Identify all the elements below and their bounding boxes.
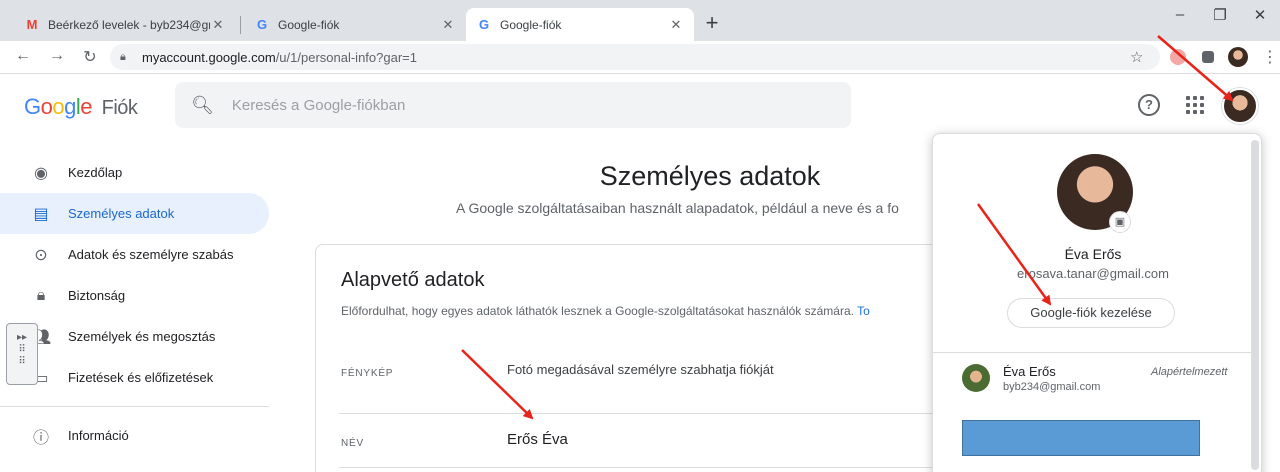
help-icon[interactable]: ? <box>1138 94 1160 116</box>
sidebar-item-home[interactable]: ◉ Kezdőlap <box>0 152 269 193</box>
account-popup: ▣ Éva Erős erosava.tanar@gmail.com Googl… <box>932 133 1262 472</box>
card-title: Alapvető adatok <box>341 269 485 291</box>
name-row[interactable]: NÉV Erős Éva <box>339 415 956 469</box>
sidebar: ◉ Kezdőlap ▤ Személyes adatok ⊙ Adatok é… <box>0 152 285 456</box>
search-placeholder: Keresés a Google-fiókban <box>231 96 406 114</box>
sidebar-item-label: Fizetések és előfizetések <box>68 370 214 385</box>
other-account-name[interactable]: Éva Erős <box>1003 364 1056 379</box>
learn-more-link[interactable]: To <box>857 304 870 318</box>
toggle-icon: ⊙ <box>34 246 48 264</box>
google-icon: G <box>256 17 268 32</box>
other-account-avatar[interactable] <box>962 364 990 392</box>
gmail-icon: M <box>26 17 38 32</box>
url-path: /u/1/personal-info?gar=1 <box>275 49 417 65</box>
tab-strip: M Beérkező levelek - byb234@gma ✕ G Goog… <box>0 0 1280 41</box>
tab-title: Beérkező levelek - byb234@gma <box>48 17 210 32</box>
basic-info-card: Alapvető adatok Előfordulhat, hogy egyes… <box>315 244 956 472</box>
close-icon[interactable]: ✕ <box>668 17 684 33</box>
close-icon[interactable]: ✕ <box>440 17 456 33</box>
puzzle-icon[interactable] <box>1202 51 1214 63</box>
sidebar-divider <box>0 406 269 407</box>
default-account-badge: Alapértelmezett <box>1151 366 1228 378</box>
reload-icon[interactable]: ↻ <box>79 47 101 67</box>
sidebar-item-label: Adatok és személyre szabás <box>68 247 234 262</box>
tab-separator <box>240 16 241 34</box>
browser-toolbar: ← → ↻ 🔒︎ myaccount.google.com/u/1/person… <box>0 41 1280 74</box>
sidebar-item-about[interactable]: ⓘ Információ <box>0 415 269 456</box>
sidebar-item-label: Személyes adatok <box>68 206 175 221</box>
lock-icon: 🔒︎ <box>120 50 126 63</box>
page-subtitle: A Google szolgáltatásaiban használt alap… <box>456 200 899 216</box>
row-label: NÉV <box>341 438 364 449</box>
new-tab-button[interactable]: + <box>698 10 726 38</box>
row-value: Erős Éva <box>507 431 568 448</box>
tab-title: Google-fiók <box>278 17 340 32</box>
sidebar-item-personal-info[interactable]: ▤ Személyes adatok <box>0 193 269 234</box>
tab-google-account-1[interactable]: G Google-fiók ✕ <box>244 8 466 41</box>
close-icon[interactable]: ✕ <box>210 17 226 33</box>
sidebar-item-people-sharing[interactable]: 👥︎ Személyek és megosztás <box>0 316 269 357</box>
popup-scrollbar[interactable] <box>1251 140 1259 470</box>
window-close-icon[interactable]: ✕ <box>1240 6 1280 24</box>
manage-account-button[interactable]: Google-fiók kezelése <box>1007 298 1175 328</box>
apps-grid-icon[interactable] <box>1186 96 1204 114</box>
profile-avatar-small[interactable] <box>1228 47 1248 67</box>
address-bar[interactable]: 🔒︎ myaccount.google.com/u/1/personal-inf… <box>110 44 1160 70</box>
search-icon: 🔍︎ <box>191 94 214 115</box>
sidebar-item-label: Információ <box>68 428 129 443</box>
google-account-logo[interactable]: Google Fiók <box>24 94 138 120</box>
google-icon: G <box>478 17 490 32</box>
sidebar-item-payments[interactable]: ▭ Fizetések és előfizetések <box>0 357 269 398</box>
row-divider <box>339 467 956 468</box>
account-email: erosava.tanar@gmail.com <box>1017 266 1169 281</box>
floating-drag-handle[interactable]: ▸▸ ⠿ ⠿ <box>6 323 38 385</box>
sidebar-item-security[interactable]: 🔒︎ Biztonság <box>0 275 269 316</box>
search-input[interactable]: 🔍︎ Keresés a Google-fiókban <box>175 82 851 128</box>
row-value: Fotó megadásával személyre szabhatja fió… <box>507 362 774 377</box>
minimize-icon[interactable]: – <box>1160 6 1200 23</box>
sidebar-item-label: Kezdőlap <box>68 165 123 180</box>
sidebar-item-label: Személyek és megosztás <box>68 329 216 344</box>
camera-icon[interactable]: ▣ <box>1109 211 1131 233</box>
id-card-icon: ▤ <box>33 205 49 223</box>
logo-product-name: Fiók <box>101 97 138 119</box>
tab-gmail[interactable]: M Beérkező levelek - byb234@gma ✕ <box>14 8 236 41</box>
tab-google-account-2[interactable]: G Google-fiók ✕ <box>466 8 694 41</box>
account-circle-icon: ◉ <box>34 164 48 182</box>
bookmark-star-icon[interactable]: ☆ <box>1130 48 1143 66</box>
account-name: Éva Erős <box>1064 246 1122 262</box>
page-title: Személyes adatok <box>599 161 821 191</box>
photo-row[interactable]: FÉNYKÉP Fotó megadásával személyre szabh… <box>339 345 956 399</box>
card-description-text: Előfordulhat, hogy egyes adatok láthatók… <box>341 304 854 318</box>
redaction-box <box>962 420 1200 456</box>
sidebar-item-data-privacy[interactable]: ⊙ Adatok és személyre szabás <box>0 234 269 275</box>
url-host: myaccount.google.com <box>142 49 276 65</box>
other-account-email: byb234@gmail.com <box>1003 381 1101 393</box>
browser-menu-icon[interactable]: ⋮ <box>1262 47 1278 67</box>
extension-icon[interactable] <box>1170 49 1186 65</box>
back-icon[interactable]: ← <box>12 47 34 65</box>
account-avatar-button[interactable] <box>1222 88 1258 124</box>
popup-divider <box>933 352 1253 353</box>
sidebar-item-label: Biztonság <box>68 288 126 303</box>
row-label: FÉNYKÉP <box>341 368 394 379</box>
info-icon: ⓘ <box>32 429 49 447</box>
lock-icon: 🔒︎ <box>36 286 46 304</box>
row-divider <box>339 413 956 414</box>
app-header: Google Fiók 🔍︎ Keresés a Google-fiókban … <box>0 74 1280 138</box>
tab-title: Google-fiók <box>500 17 562 32</box>
card-description: Előfordulhat, hogy egyes adatok láthatók… <box>341 304 951 318</box>
forward-icon[interactable]: → <box>46 47 68 65</box>
restore-icon[interactable]: ❐ <box>1200 6 1240 24</box>
